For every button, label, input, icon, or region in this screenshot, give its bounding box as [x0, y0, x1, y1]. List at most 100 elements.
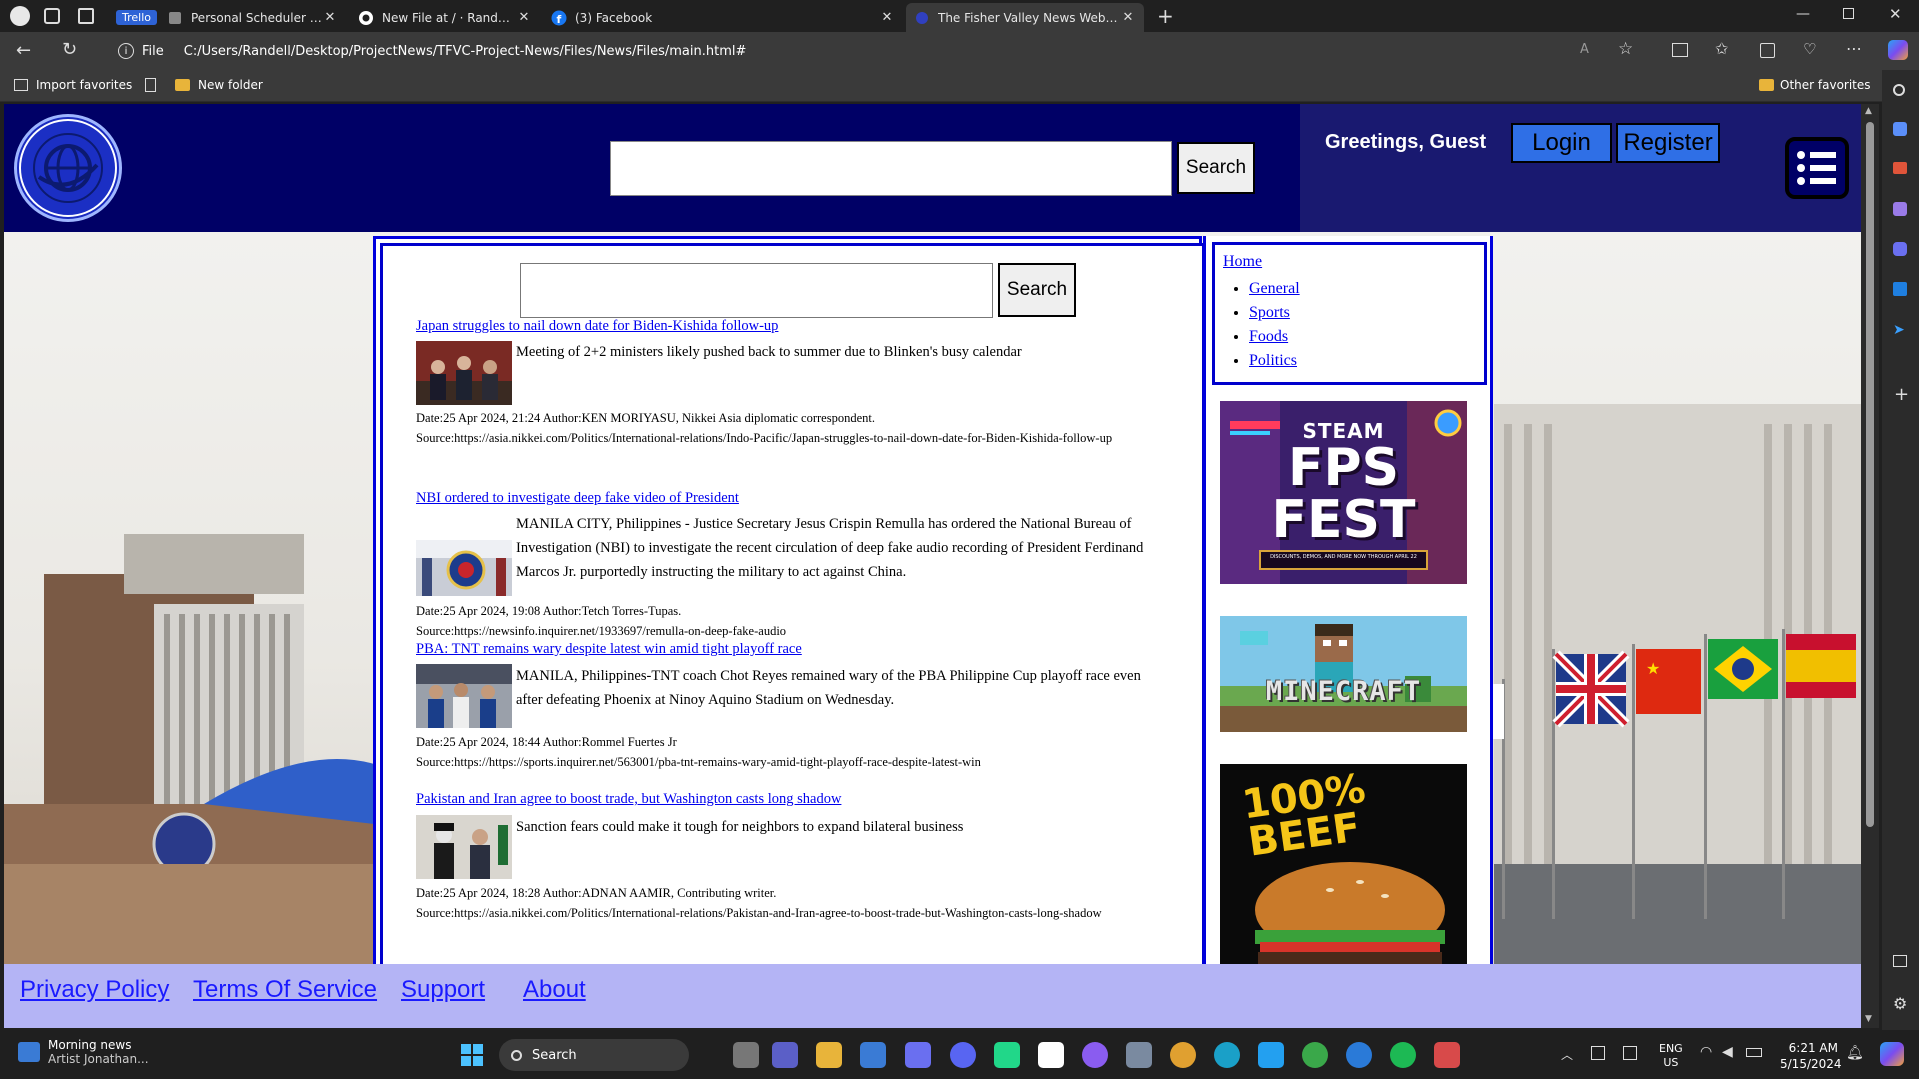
restore-button[interactable]: [1843, 8, 1854, 19]
other-favorites[interactable]: Other favorites: [1759, 78, 1871, 92]
add-icon[interactable]: +: [1894, 384, 1909, 405]
profile-icon[interactable]: [10, 6, 30, 26]
back-icon[interactable]: ←: [16, 40, 31, 61]
screenshot-icon[interactable]: [1893, 955, 1907, 967]
wifi-icon[interactable]: ◠: [1700, 1044, 1712, 1060]
news-title: Morning news: [48, 1038, 132, 1052]
menu-list-icon[interactable]: [1785, 137, 1849, 199]
volume-icon[interactable]: ◀: [1722, 1044, 1733, 1060]
article-title[interactable]: Pakistan and Iran agree to boost trade, …: [416, 791, 841, 808]
minimize-button[interactable]: —: [1796, 6, 1810, 22]
language-indicator[interactable]: ENG US: [1659, 1042, 1683, 1070]
url-field[interactable]: i File C:/Users/Randell/Desktop/ProjectN…: [106, 36, 1576, 66]
send-icon[interactable]: ➤: [1893, 322, 1905, 338]
scroll-up-arrow[interactable]: ▲: [1865, 106, 1872, 116]
terms-of-service-link[interactable]: Terms Of Service: [193, 976, 377, 1004]
favorite-star-icon[interactable]: ☆: [1618, 39, 1633, 59]
vscode-icon[interactable]: [1258, 1042, 1284, 1068]
battery-icon[interactable]: [1746, 1048, 1762, 1057]
news-widget[interactable]: Morning news Artist Jonathan...: [18, 1038, 149, 1066]
tray-icon[interactable]: [1623, 1046, 1637, 1060]
workspaces-icon[interactable]: [44, 8, 60, 24]
tools-icon[interactable]: [1893, 162, 1907, 174]
teams-icon[interactable]: [772, 1042, 798, 1068]
file-explorer-icon[interactable]: [816, 1042, 842, 1068]
read-aloud-icon[interactable]: A: [1580, 42, 1589, 57]
spotify-icon[interactable]: [1390, 1042, 1416, 1068]
split-screen-icon[interactable]: [1672, 43, 1688, 57]
taskbar-search[interactable]: Search: [499, 1039, 689, 1071]
about-link[interactable]: About: [523, 976, 586, 1004]
copilot-taskbar-icon[interactable]: [1880, 1042, 1904, 1066]
outlook-icon[interactable]: [1893, 282, 1907, 296]
tab-github[interactable]: New File at / · Randelladie/TFVC ✕: [350, 3, 540, 32]
new-folder[interactable]: New folder: [175, 78, 263, 92]
close-icon[interactable]: ✕: [879, 10, 895, 25]
article-title[interactable]: NBI ordered to investigate deep fake vid…: [416, 490, 739, 507]
snipping-icon[interactable]: [1434, 1042, 1460, 1068]
page-scrollbar[interactable]: ▲ ▼: [1861, 104, 1879, 1028]
discord-icon[interactable]: [950, 1042, 976, 1068]
nav-home-link[interactable]: Home: [1223, 253, 1262, 271]
collections-icon[interactable]: [1760, 43, 1775, 58]
start-icon[interactable]: [461, 1044, 483, 1066]
close-icon[interactable]: ✕: [516, 10, 532, 25]
vertical-tabs-icon[interactable]: [78, 8, 94, 24]
page-icon[interactable]: [145, 78, 156, 92]
import-favorites[interactable]: Import favorites: [14, 78, 132, 92]
header-search-button[interactable]: Search: [1177, 142, 1255, 194]
refresh-icon[interactable]: ↻: [62, 39, 77, 60]
copilot-icon[interactable]: [1888, 40, 1908, 60]
close-icon[interactable]: ✕: [1120, 10, 1136, 25]
header-search-input[interactable]: [610, 141, 1172, 196]
info-icon[interactable]: i: [118, 43, 134, 59]
tab-facebook[interactable]: f (3) Facebook ✕: [543, 3, 903, 32]
privacy-policy-link[interactable]: Privacy Policy: [20, 976, 169, 1004]
store-icon[interactable]: [860, 1042, 886, 1068]
copilot-side-icon[interactable]: [1893, 242, 1907, 256]
app-icon[interactable]: [1170, 1042, 1196, 1068]
ad-steam-fps-fest[interactable]: STEAM FPS FEST DISCOUNTS, DEMOS, AND MOR…: [1220, 401, 1467, 584]
pycharm-icon[interactable]: [994, 1042, 1020, 1068]
clock[interactable]: 6:21 AM 5/15/2024: [1780, 1040, 1842, 1072]
article-title[interactable]: PBA: TNT remains wary despite latest win…: [416, 641, 802, 658]
github-desktop-icon[interactable]: [1082, 1042, 1108, 1068]
support-link[interactable]: Support: [401, 976, 485, 1004]
scroll-thumb[interactable]: [1866, 122, 1874, 827]
chrome-icon[interactable]: [1302, 1042, 1328, 1068]
nav-politics-link[interactable]: Politics: [1249, 352, 1297, 369]
tag-icon[interactable]: [1893, 122, 1907, 136]
more-menu-icon[interactable]: ⋯: [1846, 39, 1862, 58]
games-icon[interactable]: [1893, 202, 1907, 216]
notion-icon[interactable]: [1038, 1042, 1064, 1068]
tray-icon[interactable]: [1591, 1046, 1605, 1060]
ad-minecraft[interactable]: MINECRAFT: [1220, 616, 1467, 732]
close-icon[interactable]: ✕: [322, 10, 338, 25]
nav-general-link[interactable]: General: [1249, 280, 1300, 297]
tray-chevron-icon[interactable]: ︿: [1561, 1046, 1573, 1063]
site-logo[interactable]: [14, 114, 122, 222]
search-icon[interactable]: [1893, 84, 1905, 96]
scroll-down-arrow[interactable]: ▼: [1865, 1014, 1872, 1024]
tab-fisher-valley[interactable]: The Fisher Valley News Website ✕: [906, 3, 1144, 32]
article-title[interactable]: Japan struggles to nail down date for Bi…: [416, 318, 778, 335]
browser-essentials-icon[interactable]: ♡: [1803, 40, 1816, 58]
app-icon[interactable]: [1126, 1042, 1152, 1068]
register-button[interactable]: Register: [1616, 123, 1720, 163]
settings-icon[interactable]: ⚙: [1893, 994, 1907, 1013]
nav-sports-link[interactable]: Sports: [1249, 304, 1290, 321]
edge-icon[interactable]: [1214, 1042, 1240, 1068]
close-window-button[interactable]: ✕: [1889, 5, 1902, 23]
favorites-icon[interactable]: ✩: [1715, 39, 1728, 58]
tab-trello[interactable]: Trello Personal Scheduler | Trello ✕: [108, 3, 346, 32]
app-icon[interactable]: [1346, 1042, 1372, 1068]
task-view-icon[interactable]: [733, 1042, 759, 1068]
new-tab-button[interactable]: +: [1157, 4, 1174, 28]
mail-icon[interactable]: [905, 1042, 931, 1068]
nav-foods-link[interactable]: Foods: [1249, 328, 1288, 345]
login-button[interactable]: Login: [1511, 123, 1612, 163]
news-search-input[interactable]: [520, 263, 993, 318]
news-search-button[interactable]: Search: [998, 263, 1076, 317]
notification-icon[interactable]: 🔔︎: [1846, 1045, 1864, 1061]
ad-burger[interactable]: 100% BEEF: [1220, 764, 1467, 964]
